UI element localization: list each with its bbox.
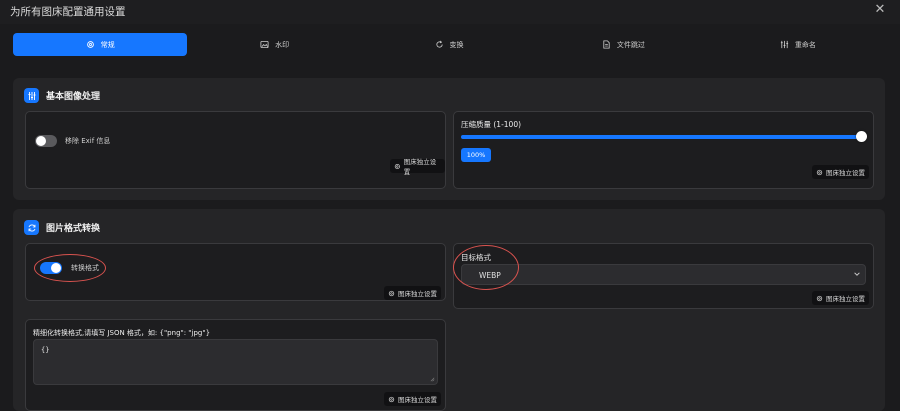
remove-exif-toggle[interactable] [35, 135, 57, 147]
tab-label: 文件跳过 [616, 40, 645, 49]
independent-settings-button[interactable]: 图床独立设置 [384, 286, 441, 300]
compression-value-badge: 100% [461, 148, 491, 162]
json-input-value: {} [41, 346, 50, 354]
gear-icon [394, 163, 400, 169]
annotation-ellipse-convert-format [34, 254, 106, 282]
section-title: 图片格式转换 [46, 224, 101, 234]
button-label: 图床独立设置 [826, 169, 865, 177]
tab-label: 重命名 [794, 40, 816, 49]
refresh-icon [24, 220, 39, 235]
chevron-down-icon [854, 272, 860, 276]
compression-card: 压缩质量 (1-100) 100% 图床独立设置 [453, 111, 874, 189]
button-label: 图床独立设置 [826, 295, 865, 303]
fine-grained-label: 精细化转换格式,请填写 JSON 格式，如: {"png": "jpg"} [33, 329, 211, 337]
gear-icon [86, 41, 94, 48]
title-bar: 为所有图床配置通用设置 ✕ [0, 0, 900, 24]
exif-card: 移除 Exif 信息 图床独立设置 [25, 111, 446, 189]
tab-rename[interactable]: 重命名 [711, 33, 885, 56]
gear-icon [388, 290, 395, 296]
gear-icon [388, 396, 395, 402]
button-label: 图床独立设置 [403, 158, 437, 176]
gear-icon [816, 169, 823, 175]
window-title: 为所有图床配置通用设置 [10, 6, 126, 18]
compression-slider-handle[interactable] [856, 131, 867, 142]
annotation-ellipse-target-format [453, 245, 519, 290]
format-conversion-section: 图片格式转换 转换格式 图床独立设置 目标格式 WEBP 图床独立设置 精细化转… [13, 209, 885, 411]
independent-settings-button[interactable]: 图床独立设置 [812, 291, 869, 305]
remove-exif-label: 移除 Exif 信息 [65, 137, 111, 145]
compression-label: 压缩质量 (1-100) [461, 120, 522, 129]
independent-settings-button[interactable]: 图床独立设置 [812, 165, 869, 179]
sliders-icon [780, 40, 788, 49]
tab-label: 常规 [100, 40, 115, 49]
image-icon [260, 40, 269, 49]
tab-file-skip[interactable]: 文件跳过 [536, 33, 710, 56]
button-label: 图床独立设置 [398, 396, 437, 404]
section-header: 图片格式转换 [24, 220, 100, 235]
tab-transform[interactable]: 变换 [362, 33, 536, 56]
settings-tabs: 常规 水印 变换 文件跳过 重命名 [13, 33, 885, 56]
target-format-select[interactable]: WEBP [461, 264, 866, 285]
gear-icon [816, 295, 823, 301]
close-icon[interactable]: ✕ [872, 2, 888, 18]
section-header: 基本图像处理 [24, 88, 100, 103]
independent-settings-button[interactable]: 图床独立设置 [390, 158, 445, 176]
rotate-icon [435, 40, 443, 48]
tab-general[interactable]: 常规 [13, 33, 188, 56]
fine-grained-card: 精细化转换格式,请填写 JSON 格式，如: {"png": "jpg"} {}… [25, 319, 446, 411]
compression-slider-track[interactable] [461, 135, 863, 139]
button-label: 图床独立设置 [398, 290, 437, 298]
file-icon [603, 40, 610, 49]
tab-label: 水印 [275, 40, 290, 49]
resize-handle-icon[interactable] [430, 377, 435, 382]
section-title: 基本图像处理 [46, 92, 101, 102]
tab-label: 变换 [449, 40, 464, 49]
tab-watermark[interactable]: 水印 [187, 33, 361, 56]
sliders-icon [24, 88, 39, 103]
basic-processing-section: 基本图像处理 移除 Exif 信息 图床独立设置 压缩质量 (1-100) 10… [13, 78, 885, 200]
independent-settings-button[interactable]: 图床独立设置 [384, 392, 441, 406]
fine-grained-json-input[interactable]: {} [33, 339, 438, 385]
